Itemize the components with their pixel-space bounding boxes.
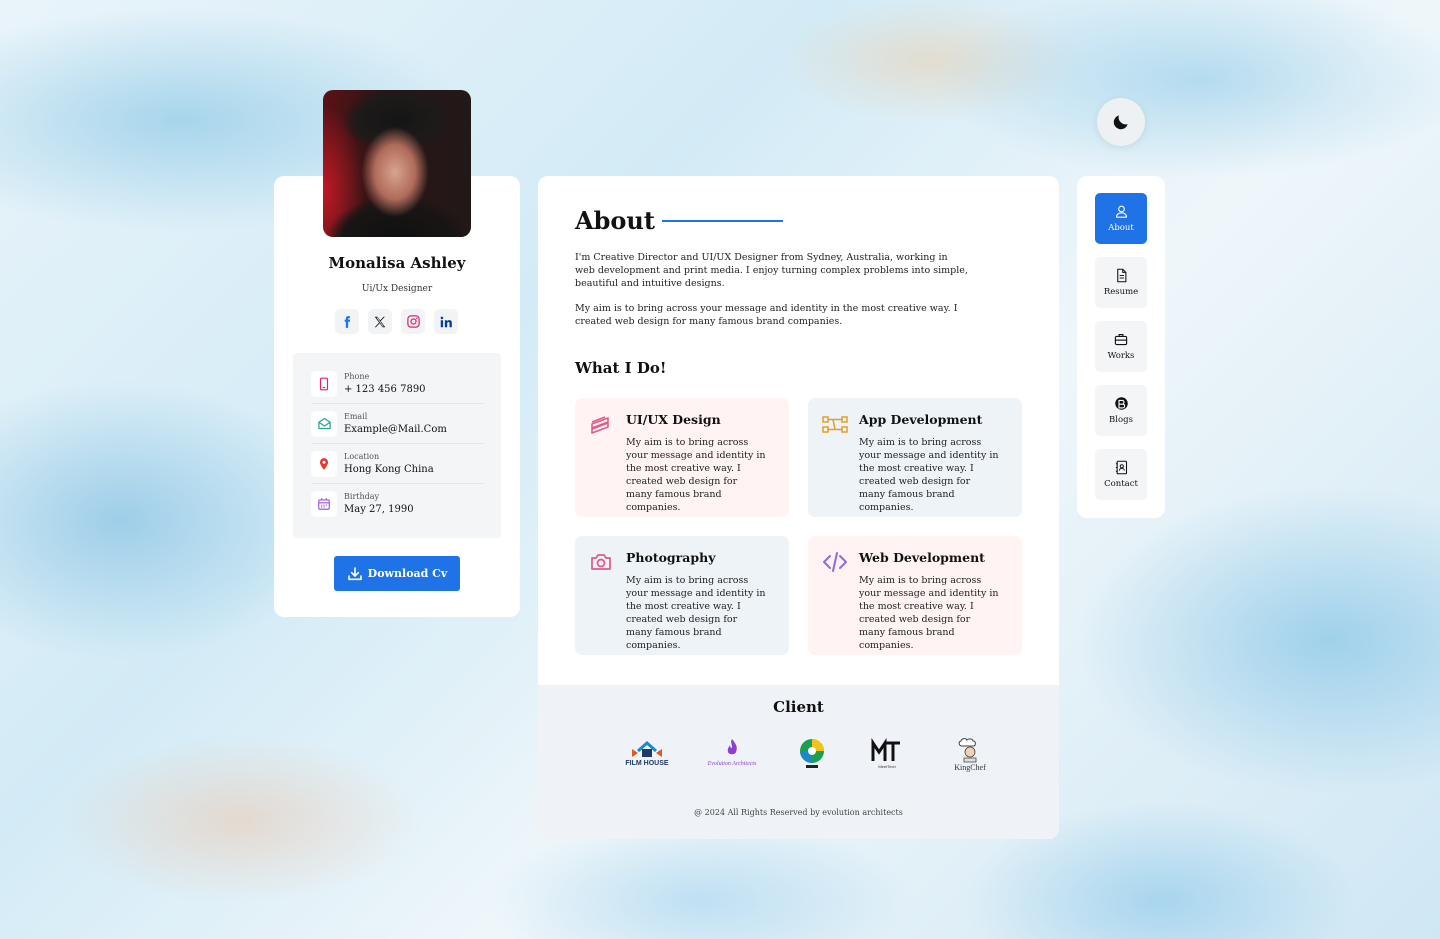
- service-description: My aim is to bring across your message a…: [859, 437, 999, 513]
- service-description: My aim is to bring across your message a…: [626, 575, 766, 651]
- service-card-photography: Photography My aim is to bring across yo…: [575, 536, 789, 655]
- camera-icon: [589, 550, 613, 574]
- download-cv-button[interactable]: Download Cv: [334, 556, 460, 591]
- meet-tech-logo: MeetTech: [857, 734, 917, 774]
- info-label: Birthday: [344, 492, 380, 501]
- nav-label: Contact: [1104, 479, 1138, 489]
- about-paragraph-1: I'm Creative Director and UI/UX Designer…: [575, 252, 968, 289]
- contact-info-box: Phone + 123 456 7890 Email Example@Mail.…: [293, 353, 501, 538]
- moon-icon: [1111, 112, 1131, 132]
- x-icon: [373, 315, 387, 329]
- x-link[interactable]: [368, 309, 392, 334]
- layers-icon: [589, 412, 613, 436]
- download-icon: [347, 566, 363, 582]
- profile-role: Ui/Ux Designer: [361, 284, 433, 294]
- facebook-icon: [340, 315, 354, 329]
- nav-item-resume[interactable]: Resume: [1095, 257, 1147, 308]
- service-title: Web Development: [859, 550, 985, 565]
- info-row-phone: Phone + 123 456 7890: [311, 364, 483, 404]
- info-value: Hong Kong China: [344, 463, 434, 475]
- main-content-card: About I'm Creative Director and UI/UX De…: [538, 176, 1059, 839]
- film-house-logo: FILM HOUSE: [617, 734, 677, 774]
- service-title: App Development: [859, 412, 983, 427]
- about-paragraph-2: My aim is to bring across your message a…: [575, 303, 958, 327]
- avatar: [323, 90, 471, 237]
- evolution-architects-logo: Evolution Architects: [702, 734, 762, 774]
- nav-item-contact[interactable]: Contact: [1095, 449, 1147, 500]
- info-row-birthday: Birthday May 27, 1990: [311, 484, 483, 524]
- nav-item-about[interactable]: About: [1095, 193, 1147, 244]
- info-label: Phone: [344, 371, 370, 381]
- download-cv-label: Download Cv: [367, 567, 448, 580]
- title-underline: [662, 220, 783, 222]
- nav-label: About: [1108, 223, 1134, 233]
- code-icon: [822, 550, 847, 574]
- service-description: My aim is to bring across your message a…: [626, 437, 766, 513]
- info-value: Example@Mail.Com: [344, 423, 447, 435]
- social-links: [335, 309, 458, 334]
- info-row-location: Location Hong Kong China: [311, 444, 483, 484]
- globe-logo: [782, 734, 842, 774]
- info-label: Email: [344, 411, 368, 421]
- page-title: About: [575, 206, 655, 235]
- linkedin-icon: [439, 315, 453, 329]
- instagram-link[interactable]: [401, 309, 425, 334]
- meet-tech-logo-text: MeetTech: [878, 764, 895, 769]
- calendar-icon: [311, 491, 337, 517]
- nav-item-works[interactable]: Works: [1095, 321, 1147, 372]
- theme-toggle-button[interactable]: [1097, 98, 1145, 146]
- nav-label: Resume: [1103, 287, 1139, 297]
- service-card-web-development: Web Development My aim is to bring acros…: [808, 536, 1022, 655]
- contact-book-icon: [1114, 460, 1129, 475]
- evolution-architects-logo-text: Evolution Architects: [707, 761, 757, 767]
- kingchef-logo-text: KingChef: [954, 763, 986, 772]
- instagram-icon: [406, 314, 421, 329]
- film-house-logo-text: FILM HOUSE: [625, 760, 668, 767]
- side-nav: About Resume Works Blogs Contact: [1077, 176, 1165, 518]
- copyright-text: @ 2024 All Rights Reserved by evolution …: [694, 808, 903, 817]
- nav-label: Works: [1107, 351, 1135, 361]
- info-row-email: Email Example@Mail.Com: [311, 404, 483, 444]
- location-icon: [311, 450, 337, 477]
- service-card-uiux: UI/UX Design My aim is to bring across y…: [575, 398, 789, 517]
- service-title: UI/UX Design: [626, 412, 721, 427]
- briefcase-icon: [1113, 332, 1129, 347]
- nav-label: Blogs: [1109, 415, 1133, 425]
- mail-icon: [311, 410, 337, 437]
- user-icon: [1114, 204, 1129, 219]
- service-card-app-development: App Development My aim is to bring acros…: [808, 398, 1022, 517]
- info-label: Location: [344, 451, 380, 461]
- info-value: May 27, 1990: [344, 504, 414, 515]
- document-icon: [1114, 268, 1129, 283]
- facebook-link[interactable]: [335, 309, 359, 334]
- app-structure-icon: [822, 412, 848, 436]
- nav-item-blogs[interactable]: Blogs: [1095, 385, 1147, 436]
- service-title: Photography: [626, 550, 716, 565]
- service-description: My aim is to bring across your message a…: [859, 575, 999, 651]
- profile-name: Monalisa Ashley: [328, 254, 466, 272]
- linkedin-link[interactable]: [434, 309, 458, 334]
- section-title-what-i-do: What I Do!: [575, 359, 667, 377]
- section-title-client: Client: [773, 698, 824, 716]
- client-section: Client FILM HOUSE Evolution Architects M…: [538, 685, 1059, 839]
- phone-icon: [311, 370, 337, 397]
- kingchef-logo: KingChef: [940, 734, 1000, 774]
- blog-icon: [1114, 396, 1129, 411]
- info-value: + 123 456 7890: [344, 383, 426, 395]
